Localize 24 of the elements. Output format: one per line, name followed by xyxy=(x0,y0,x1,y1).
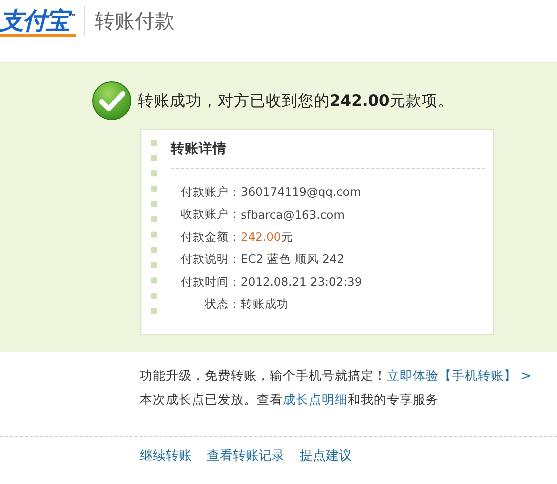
field-value: 转账成功 xyxy=(241,297,289,312)
page-title: 转账付款 xyxy=(95,8,175,34)
field-label: 收款账户： xyxy=(180,207,241,222)
notice-text: 功能升级，免费转账，输个手机号就搞定！立即体验【手机转账】 > xyxy=(140,367,532,385)
field-value: EC2 蓝色 顺风 242 xyxy=(241,252,345,268)
field-value: sfbarca@163.com xyxy=(241,208,345,222)
footer-link[interactable]: 继续转账 xyxy=(140,447,192,465)
check-icon xyxy=(92,81,132,121)
footer-link[interactable]: 提点建议 xyxy=(300,447,352,465)
field-value: 2012.08.21 23:02:39 xyxy=(241,275,362,290)
notice-text: 本次成长点已发放。查看成长点明细和我的专享服务 xyxy=(140,391,440,409)
notice-link[interactable]: 成长点明细 xyxy=(283,392,348,407)
footer-link[interactable]: 查看转账记录 xyxy=(207,447,285,465)
success-message: 转账成功，对方已收到您的242.00元款项。 xyxy=(138,90,454,112)
field-label: 付款金额： xyxy=(180,230,241,245)
field-value: 242.00 xyxy=(241,230,282,244)
unit-text: 元 xyxy=(281,230,294,245)
field-label: 状态： xyxy=(204,297,241,312)
field-value: 360174119@qq.com xyxy=(241,185,362,200)
field-label: 付款时间： xyxy=(180,274,241,290)
field-label: 付款说明： xyxy=(180,252,241,268)
notice-link[interactable]: 立即体验【手机转账】 > xyxy=(387,368,532,383)
field-label: 付款账户： xyxy=(180,184,241,200)
details-title: 转账详情 xyxy=(171,140,228,158)
